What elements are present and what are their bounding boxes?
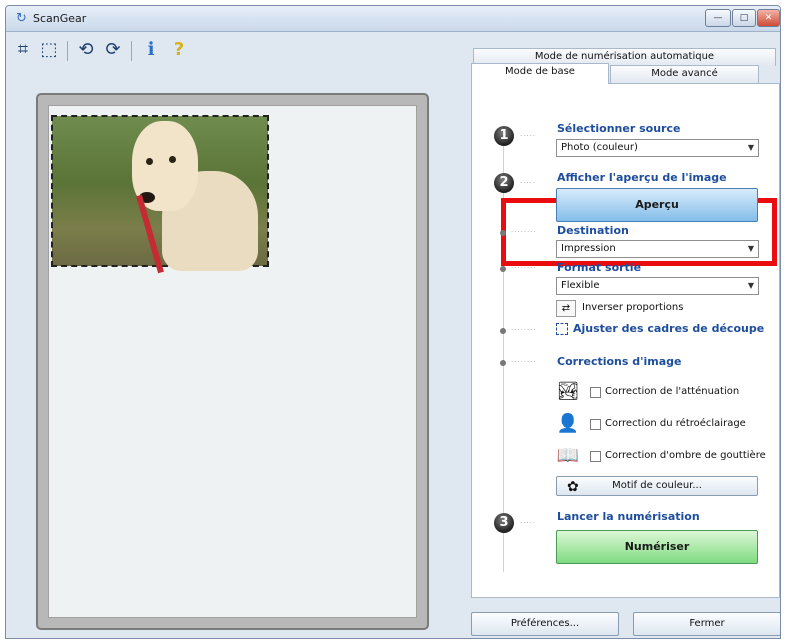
destination-select[interactable]: Impression ▼ xyxy=(556,240,759,258)
chevron-down-icon: ▼ xyxy=(747,143,754,152)
crop-icon[interactable]: ⌗ xyxy=(11,38,35,62)
basic-mode-pane: 1 ····· Sélectionner source Photo (coule… xyxy=(471,83,780,598)
color-pattern-label: Motif de couleur... xyxy=(612,480,702,491)
output-format-label: Format sortie xyxy=(557,261,642,274)
output-format-select-value: Flexible xyxy=(561,280,600,291)
preview-area[interactable] xyxy=(48,105,417,618)
step-dot xyxy=(500,230,506,236)
image-corrections-label: Corrections d'image xyxy=(557,355,682,368)
step-dots: ········ xyxy=(511,228,537,236)
rotate-left-icon[interactable]: ⟲ xyxy=(74,38,98,62)
help-icon[interactable]: ? xyxy=(167,38,191,62)
output-format-select[interactable]: Flexible ▼ xyxy=(556,277,759,295)
step-dots: ········ xyxy=(511,326,537,334)
step-dots: ····· xyxy=(520,132,537,140)
backlight-correction-label: Correction du rétroéclairage xyxy=(605,418,746,429)
dog-eye-shape xyxy=(146,158,153,165)
scangear-window: ↻ ScanGear — □ ✕ ⌗ ⬚ ⟲ ⟳ ℹ ? Mode de num… xyxy=(5,5,781,639)
source-select[interactable]: Photo (couleur) ▼ xyxy=(556,139,759,157)
step-dots: ········ xyxy=(511,358,537,366)
fade-correction-checkbox[interactable] xyxy=(590,387,601,398)
step-dots: ····· xyxy=(520,519,537,527)
tab-basic-mode[interactable]: Mode de base xyxy=(471,63,609,84)
window-title: ScanGear xyxy=(33,12,87,25)
crop-frame-icon xyxy=(556,323,568,335)
toolbar: ⌗ ⬚ ⟲ ⟳ ℹ ? xyxy=(9,38,449,68)
scan-button[interactable]: Numériser xyxy=(556,530,758,564)
title-bar: ↻ ScanGear — □ ✕ xyxy=(6,6,780,32)
step-dot xyxy=(500,328,506,334)
preview-button[interactable]: Aperçu xyxy=(556,188,758,222)
step-2-badge: 2 xyxy=(494,173,514,193)
fade-correction-icon: 🏞 xyxy=(556,381,580,402)
tab-advanced-mode[interactable]: Mode avancé xyxy=(610,65,759,83)
destination-label: Destination xyxy=(557,224,629,237)
source-select-value: Photo (couleur) xyxy=(561,142,638,153)
right-panel: Mode de numérisation automatique Mode de… xyxy=(461,44,780,638)
preview-frame xyxy=(36,93,429,630)
backlight-correction-checkbox[interactable] xyxy=(590,419,601,430)
step-dot xyxy=(500,266,506,272)
app-icon: ↻ xyxy=(16,11,27,26)
info-icon[interactable]: ℹ xyxy=(139,38,163,62)
invert-proportions-icon[interactable]: ⇄ xyxy=(556,300,576,317)
step-dots: ····· xyxy=(520,179,537,187)
backlight-correction-icon: 👤 xyxy=(556,413,580,434)
preferences-button[interactable]: Préférences... xyxy=(471,612,619,636)
color-pattern-button[interactable]: ✿ Motif de couleur... xyxy=(556,476,758,496)
step-1-badge: 1 xyxy=(494,126,514,146)
step-dots: ········ xyxy=(511,264,537,272)
gutter-shadow-icon: 📖 xyxy=(556,445,580,466)
step-3-badge: 3 xyxy=(494,513,514,533)
fade-correction-label: Correction de l'atténuation xyxy=(605,386,740,397)
start-scan-label: Lancer la numérisation xyxy=(557,510,700,523)
step-dot xyxy=(500,360,506,366)
dog-eye-shape xyxy=(169,156,176,163)
select-source-label: Sélectionner source xyxy=(557,122,681,135)
remove-crop-icon[interactable]: ⬚ xyxy=(37,38,61,62)
minimize-button[interactable]: — xyxy=(705,9,731,27)
color-pattern-icon: ✿ xyxy=(567,479,579,495)
maximize-button[interactable]: □ xyxy=(732,9,756,27)
close-window-button[interactable]: ✕ xyxy=(757,9,780,27)
chevron-down-icon: ▼ xyxy=(747,244,754,253)
preview-label: Afficher l'aperçu de l'image xyxy=(557,171,727,184)
chevron-down-icon: ▼ xyxy=(747,281,754,290)
toolbar-divider xyxy=(131,41,132,61)
preview-image-crop[interactable] xyxy=(51,115,269,274)
gutter-shadow-checkbox[interactable] xyxy=(590,451,601,462)
adjust-crop-frames-link[interactable]: Ajuster des cadres de découpe xyxy=(573,322,764,335)
close-button[interactable]: Fermer xyxy=(633,612,780,636)
gutter-shadow-label: Correction d'ombre de gouttière xyxy=(605,450,766,461)
toolbar-divider xyxy=(67,41,68,61)
invert-proportions-label[interactable]: Inverser proportions xyxy=(582,302,683,313)
rotate-right-icon[interactable]: ⟳ xyxy=(101,38,125,62)
destination-select-value: Impression xyxy=(561,243,616,254)
